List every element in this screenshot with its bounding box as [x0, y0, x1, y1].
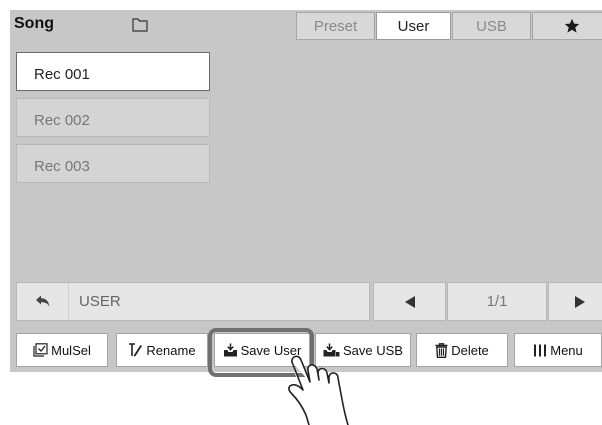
back-button[interactable] [17, 283, 69, 320]
triangle-right-icon [574, 295, 586, 309]
tab-usb[interactable]: USB [452, 12, 531, 40]
list-item[interactable]: Rec 003 [16, 144, 210, 183]
multi-select-icon [33, 343, 48, 357]
list-item[interactable]: Rec 001 [16, 52, 210, 91]
tab-label: User [397, 17, 430, 35]
tab-preset[interactable]: Preset [296, 12, 375, 40]
top-bar: Song Preset User USB [10, 10, 602, 41]
delete-button[interactable]: Delete [416, 333, 508, 367]
page-prev-button[interactable] [373, 282, 446, 321]
triangle-left-icon [404, 295, 416, 309]
folder-icon[interactable] [132, 17, 148, 32]
rename-label: Rename [146, 342, 196, 358]
list-item[interactable]: Rec 002 [16, 98, 210, 137]
list-item-label: Rec 002 [34, 112, 90, 129]
rename-button[interactable]: Rename [116, 333, 208, 367]
path-label: USER [79, 293, 121, 310]
delete-label: Delete [451, 342, 489, 358]
trash-icon [435, 342, 448, 358]
list-item-label: Rec 003 [34, 158, 90, 175]
page-indicator: 1/1 [447, 282, 547, 321]
star-icon [564, 18, 580, 34]
tab-favorites[interactable] [532, 12, 602, 40]
mulsel-button[interactable]: MulSel [16, 333, 108, 367]
tab-user[interactable]: User [376, 12, 451, 40]
page-indicator-text: 1/1 [486, 293, 508, 310]
menu-bars-icon [533, 344, 547, 357]
page-title: Song [14, 15, 54, 32]
list-item-label: Rec 001 [34, 66, 90, 83]
song-screen: Song Preset User USB Rec 001 Rec 002 Rec… [10, 10, 602, 372]
tab-label: Preset [313, 17, 358, 35]
page-next-button[interactable] [548, 282, 602, 321]
path-bar: USER [16, 282, 370, 321]
menu-button[interactable]: Menu [514, 333, 602, 367]
mulsel-label: MulSel [51, 342, 91, 358]
rename-icon [128, 343, 143, 357]
tab-label: USB [476, 17, 507, 35]
menu-label: Menu [550, 342, 583, 358]
back-arrow-icon [34, 294, 52, 310]
pointing-hand-icon [262, 340, 372, 425]
